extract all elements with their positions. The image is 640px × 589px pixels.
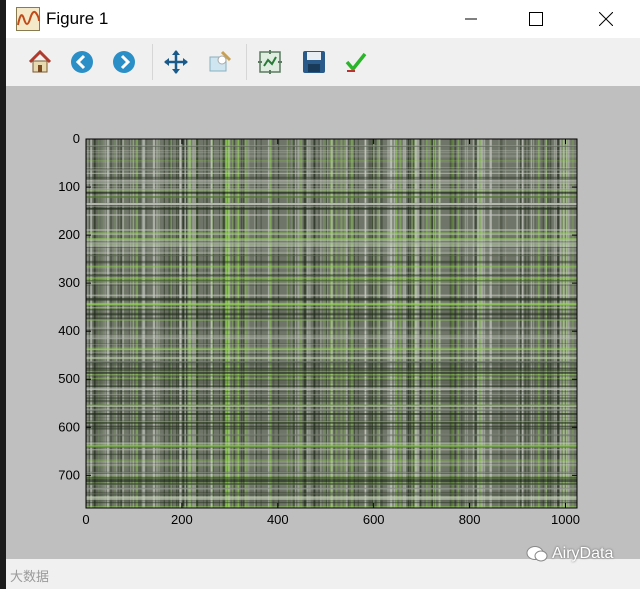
y-tick-label: 0 xyxy=(73,131,80,146)
x-tick-label: 400 xyxy=(267,512,289,527)
x-tick-label: 600 xyxy=(363,512,385,527)
close-icon xyxy=(599,12,613,26)
edit-button[interactable] xyxy=(340,46,372,78)
y-tick-label: 600 xyxy=(58,419,80,434)
zoom-button[interactable] xyxy=(204,46,236,78)
toolbar-separator xyxy=(246,44,247,80)
close-button[interactable] xyxy=(583,0,629,38)
window-title: Figure 1 xyxy=(46,9,109,28)
forward-button[interactable] xyxy=(108,46,140,78)
figure-app-icon xyxy=(16,7,40,31)
figure-window: Figure 1 0 200 400 600 800 1000 0 100 20… xyxy=(6,0,640,589)
y-tick-label: 400 xyxy=(58,323,80,338)
configure-subplots-icon xyxy=(258,50,282,74)
zoom-rect-icon xyxy=(209,50,232,72)
back-arrow-icon xyxy=(71,51,93,73)
x-tick-label: 0 xyxy=(82,512,89,527)
minimize-icon xyxy=(465,18,477,20)
toolbar-separator xyxy=(152,44,153,80)
heatmap-cells xyxy=(86,139,577,508)
figure-canvas[interactable]: 0 200 400 600 800 1000 0 100 200 300 400 500 600 700 xyxy=(6,86,640,559)
y-tick-label: 200 xyxy=(58,227,80,242)
home-button[interactable] xyxy=(24,46,56,78)
status-watermark: 大数据 xyxy=(10,569,50,584)
forward-arrow-icon xyxy=(113,51,135,73)
save-disk-icon xyxy=(303,51,325,73)
save-button[interactable] xyxy=(298,46,330,78)
pan-button[interactable] xyxy=(160,46,192,78)
maximize-button[interactable] xyxy=(513,0,559,38)
brand-text: AiryData xyxy=(552,545,614,562)
brand-watermark: AiryData xyxy=(526,545,613,563)
status-bar: 大数据 xyxy=(6,559,640,589)
home-icon xyxy=(28,49,52,73)
y-tick-label: 100 xyxy=(58,179,80,194)
maximize-icon xyxy=(529,12,543,26)
y-tick-label: 300 xyxy=(58,275,80,290)
y-tick-label: 700 xyxy=(58,467,80,482)
edit-check-icon xyxy=(345,52,367,72)
x-tick-label: 200 xyxy=(171,512,193,527)
pan-move-icon xyxy=(164,50,188,74)
title-bar[interactable]: Figure 1 xyxy=(6,0,640,38)
heatmap-plot[interactable]: 0 200 400 600 800 1000 0 100 200 300 400 500 600 700 xyxy=(6,86,640,559)
y-tick-label: 500 xyxy=(58,371,80,386)
subplots-button[interactable] xyxy=(254,46,286,78)
minimize-button[interactable] xyxy=(448,0,494,38)
x-tick-label: 1000 xyxy=(551,512,580,527)
navigation-toolbar xyxy=(6,38,640,86)
back-button[interactable] xyxy=(66,46,98,78)
chat-bubble-icon xyxy=(526,546,548,562)
x-tick-label: 800 xyxy=(459,512,481,527)
